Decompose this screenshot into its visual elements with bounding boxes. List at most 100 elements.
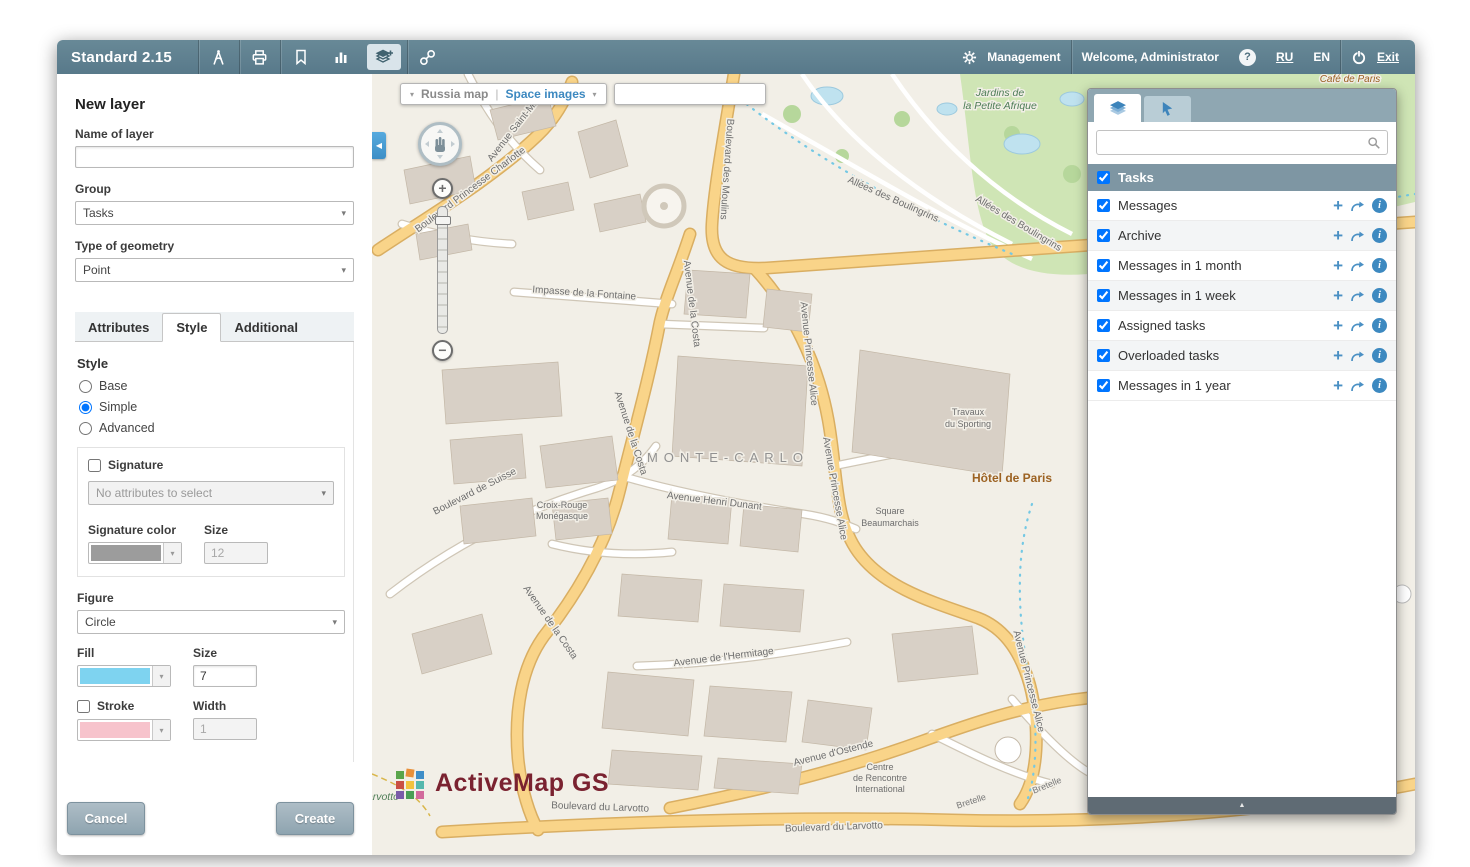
add-layer-tool-button[interactable] bbox=[367, 44, 401, 70]
management-link[interactable]: Management bbox=[987, 50, 1060, 64]
layer-checkbox[interactable] bbox=[1097, 289, 1110, 302]
fill-size-input[interactable] bbox=[193, 665, 257, 687]
bookmark-tool-button[interactable] bbox=[281, 40, 321, 74]
exit-link[interactable]: Exit bbox=[1377, 50, 1399, 64]
layer-search-input[interactable] bbox=[1103, 136, 1367, 150]
add-object-icon[interactable]: + bbox=[1333, 377, 1343, 394]
add-object-icon[interactable]: + bbox=[1333, 347, 1343, 364]
chart-tool-button[interactable] bbox=[321, 40, 361, 74]
pan-control[interactable] bbox=[418, 122, 462, 166]
group-select[interactable]: Tasks ▾ bbox=[75, 201, 354, 225]
zoom-slider[interactable] bbox=[437, 206, 448, 334]
geometry-select[interactable]: Point ▾ bbox=[75, 258, 354, 282]
stroke-checkbox[interactable] bbox=[77, 700, 90, 713]
new-layer-panel: New layer Name of layer Group Tasks ▾ Ty… bbox=[57, 74, 372, 855]
zoom-to-layer-icon[interactable] bbox=[1350, 350, 1365, 362]
layer-row[interactable]: Messages + i bbox=[1088, 191, 1396, 221]
layer-row[interactable]: Archive + i bbox=[1088, 221, 1396, 251]
add-object-icon[interactable]: + bbox=[1333, 227, 1343, 244]
signature-checkbox[interactable] bbox=[88, 459, 101, 472]
lang-ru-link[interactable]: RU bbox=[1276, 50, 1293, 64]
tab-additional[interactable]: Additional bbox=[221, 314, 311, 341]
layer-checkbox[interactable] bbox=[1097, 259, 1110, 272]
layer-info-icon[interactable]: i bbox=[1372, 348, 1387, 363]
layer-row[interactable]: Overloaded tasks + i bbox=[1088, 341, 1396, 371]
tab-attributes[interactable]: Attributes bbox=[75, 314, 162, 341]
compass-icon bbox=[210, 49, 227, 66]
layer-checkbox[interactable] bbox=[1097, 319, 1110, 332]
style-option-advanced[interactable]: Advanced bbox=[79, 421, 343, 435]
layer-info-icon[interactable]: i bbox=[1372, 288, 1387, 303]
layer-info-icon[interactable]: i bbox=[1372, 198, 1387, 213]
simple-radio[interactable] bbox=[79, 401, 92, 414]
print-button[interactable] bbox=[240, 40, 280, 74]
signature-checkbox-row[interactable]: Signature bbox=[88, 458, 334, 472]
style-option-simple[interactable]: Simple bbox=[79, 400, 343, 414]
share-link-button[interactable] bbox=[408, 40, 448, 74]
zoom-slider-handle[interactable] bbox=[435, 216, 451, 225]
lang-en-link[interactable]: EN bbox=[1313, 50, 1330, 64]
layer-row[interactable]: Messages in 1 year + i bbox=[1088, 371, 1396, 401]
layer-info-icon[interactable]: i bbox=[1372, 318, 1387, 333]
zoom-out-button[interactable]: − bbox=[432, 340, 453, 361]
layer-row[interactable]: Messages in 1 month + i bbox=[1088, 251, 1396, 281]
plus-icon: + bbox=[438, 180, 446, 196]
map-label: Beaumarchais bbox=[861, 518, 919, 528]
stroke-width-input[interactable] bbox=[193, 718, 257, 740]
layers-panel-tabs bbox=[1088, 89, 1396, 122]
collapse-left-panel-button[interactable]: ◀ bbox=[372, 132, 386, 159]
tab-style[interactable]: Style bbox=[162, 313, 221, 342]
add-object-icon[interactable]: + bbox=[1333, 197, 1343, 214]
signature-attribute-select[interactable]: No attributes to select ▾ bbox=[88, 481, 334, 505]
layer-checkbox[interactable] bbox=[1097, 349, 1110, 362]
welcome-label: Welcome, Administrator bbox=[1082, 50, 1219, 64]
tab-identify[interactable] bbox=[1144, 96, 1191, 122]
layer-checkbox[interactable] bbox=[1097, 229, 1110, 242]
zoom-to-layer-icon[interactable] bbox=[1350, 320, 1365, 332]
zoom-to-layer-icon[interactable] bbox=[1350, 380, 1365, 392]
layer-row[interactable]: Assigned tasks + i bbox=[1088, 311, 1396, 341]
style-option-base[interactable]: Base bbox=[79, 379, 343, 393]
stroke-color-picker[interactable]: ▾ bbox=[77, 719, 171, 741]
layer-label: Archive bbox=[1118, 228, 1161, 243]
zoom-in-button[interactable]: + bbox=[432, 178, 453, 199]
layer-label: Overloaded tasks bbox=[1118, 348, 1219, 363]
figure-select[interactable]: Circle ▾ bbox=[77, 610, 345, 634]
layer-name-input[interactable] bbox=[75, 146, 354, 168]
signature-color-swatch bbox=[91, 545, 161, 561]
advanced-radio[interactable] bbox=[79, 422, 92, 435]
layer-group-header[interactable]: Tasks bbox=[1088, 164, 1396, 191]
measure-tool-button[interactable] bbox=[199, 40, 239, 74]
add-object-icon[interactable]: + bbox=[1333, 317, 1343, 334]
map-topbar: ▾ Russia map | Space images ▾ bbox=[400, 83, 766, 105]
minus-icon: − bbox=[438, 342, 446, 358]
collapse-panel-button[interactable]: ▲ bbox=[1088, 797, 1396, 814]
add-object-icon[interactable]: + bbox=[1333, 257, 1343, 274]
layer-row[interactable]: Messages in 1 week + i bbox=[1088, 281, 1396, 311]
fill-color-picker[interactable]: ▾ bbox=[77, 665, 171, 687]
map-search-input[interactable] bbox=[615, 85, 782, 103]
layer-checkbox[interactable] bbox=[1097, 199, 1110, 212]
layer-info-icon[interactable]: i bbox=[1372, 378, 1387, 393]
cancel-button[interactable]: Cancel bbox=[67, 802, 145, 835]
layer-checkbox[interactable] bbox=[1097, 379, 1110, 392]
layer-info-icon[interactable]: i bbox=[1372, 258, 1387, 273]
zoom-to-layer-icon[interactable] bbox=[1350, 260, 1365, 272]
create-button[interactable]: Create bbox=[276, 802, 354, 835]
zoom-to-layer-icon[interactable] bbox=[1350, 230, 1365, 242]
app-window: Standard 2.15 Management Welcome, Admini… bbox=[57, 40, 1415, 855]
tab-layers[interactable] bbox=[1094, 94, 1141, 122]
help-button[interactable]: ? bbox=[1239, 49, 1256, 66]
add-object-icon[interactable]: + bbox=[1333, 287, 1343, 304]
basemap-space-images[interactable]: Space images bbox=[506, 87, 586, 101]
signature-size-input[interactable] bbox=[204, 542, 268, 564]
base-radio[interactable] bbox=[79, 380, 92, 393]
zoom-to-layer-icon[interactable] bbox=[1350, 290, 1365, 302]
stroke-checkbox-row[interactable]: Stroke bbox=[77, 699, 171, 713]
style-section-title: Style bbox=[77, 356, 345, 371]
signature-color-picker[interactable]: ▾ bbox=[88, 542, 182, 564]
zoom-to-layer-icon[interactable] bbox=[1350, 200, 1365, 212]
basemap-russia-map[interactable]: Russia map bbox=[421, 87, 488, 101]
group-checkbox[interactable] bbox=[1097, 171, 1110, 184]
layer-info-icon[interactable]: i bbox=[1372, 228, 1387, 243]
